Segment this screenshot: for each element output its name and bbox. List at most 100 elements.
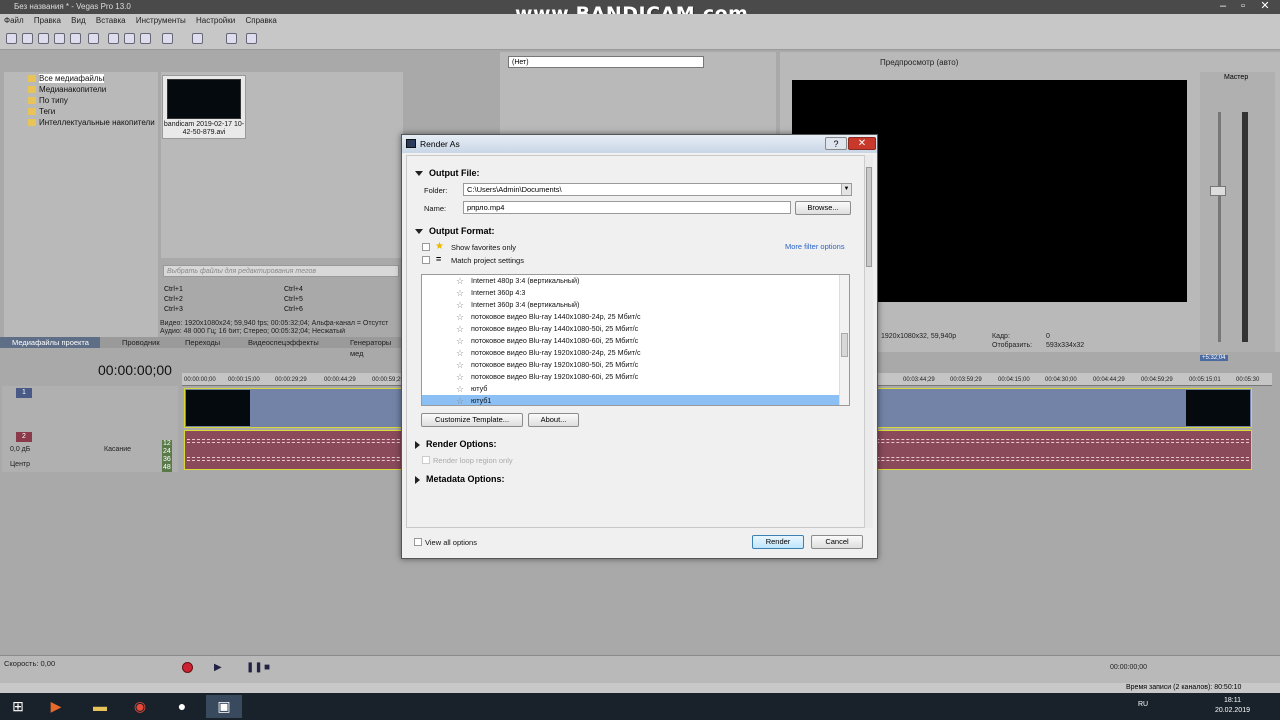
close-dialog-button[interactable]: ✕ (848, 137, 876, 150)
tree-item-by-type[interactable]: По типу (28, 95, 68, 106)
menu-file[interactable]: Файл (4, 16, 24, 25)
tree-item-all-media[interactable]: Все медиафайлы (28, 73, 105, 84)
favorite-star-icon[interactable]: ☆ (456, 359, 464, 371)
scrollbar-thumb[interactable] (866, 167, 872, 267)
undo-icon[interactable] (162, 33, 173, 44)
shortcut-1[interactable]: Ctrl+1 (164, 286, 183, 293)
tab-video-fx[interactable]: Видеоспецэффекты (248, 337, 319, 348)
favorite-star-icon[interactable]: ☆ (456, 395, 464, 405)
view-all-options-checkbox[interactable] (414, 538, 422, 546)
stop-icon[interactable]: ■ (264, 662, 270, 673)
favorite-star-icon[interactable]: ☆ (456, 287, 464, 299)
input-language[interactable]: RU (1138, 701, 1148, 708)
tab-explorer[interactable]: Проводник (122, 337, 160, 348)
render-icon[interactable] (70, 33, 81, 44)
start-button-icon[interactable]: ⊞ (0, 695, 36, 718)
tree-item-bins[interactable]: Медианакопители (28, 84, 106, 95)
template-item-selected[interactable]: ☆ ютуб1 (422, 395, 840, 405)
menu-view[interactable]: Вид (71, 16, 85, 25)
menu-options[interactable]: Настройки (196, 16, 235, 25)
tab-transitions[interactable]: Переходы (185, 337, 220, 348)
shortcut-4[interactable]: Ctrl+4 (284, 286, 303, 293)
render-button[interactable]: Render (752, 535, 804, 549)
shortcut-5[interactable]: Ctrl+5 (284, 296, 303, 303)
bandicam-icon[interactable]: ● (164, 695, 200, 718)
tab-project-media[interactable]: Медиафайлы проекта (0, 337, 100, 348)
preview-quality-dropdown[interactable]: Предпросмотр (авто) (880, 58, 958, 67)
template-item[interactable]: ☆ потоковое видео Blu-ray 1920x1080-60i, … (422, 371, 840, 383)
template-item[interactable]: ☆ Internet 360p 4:3 (422, 287, 840, 299)
folder-select[interactable]: C:\Users\Admin\Documents\ ▼ (463, 183, 852, 196)
about-button[interactable]: About... (528, 413, 579, 427)
maximize-icon[interactable]: ▫ (1236, 0, 1250, 14)
file-explorer-icon[interactable]: ▬ (82, 695, 118, 718)
cut-icon[interactable] (108, 33, 119, 44)
play-icon[interactable]: ▶ (214, 662, 222, 673)
cancel-button[interactable]: Cancel (811, 535, 863, 549)
favorite-star-icon[interactable]: ☆ (456, 335, 464, 347)
metadata-options-section[interactable]: Metadata Options: (415, 474, 505, 484)
help-button[interactable]: ? (825, 137, 847, 150)
template-item[interactable]: ☆ потоковое видео Blu-ray 1440x1080-60i, … (422, 335, 840, 347)
template-item[interactable]: ☆ потоковое видео Blu-ray 1920x1080-50i, … (422, 359, 840, 371)
favorite-star-icon[interactable]: ☆ (456, 311, 464, 323)
menu-help[interactable]: Справка (245, 16, 276, 25)
copy-icon[interactable] (124, 33, 135, 44)
menu-tools[interactable]: Инструменты (136, 16, 186, 25)
favorite-star-icon[interactable]: ☆ (456, 347, 464, 359)
automation-mode[interactable]: Касание (104, 446, 131, 453)
render-template-list[interactable]: ☆ Internet 480p 3:4 (вертикальный) ☆ Inter… (421, 274, 850, 406)
menu-edit[interactable]: Правка (34, 16, 61, 25)
template-item[interactable]: ☆ потоковое видео Blu-ray 1440x1080-50i, … (422, 323, 840, 335)
tree-item-smart-bins[interactable]: Интеллектуальные накопители (28, 117, 155, 128)
template-item[interactable]: ☆ потоковое видео Blu-ray 1920x1080-24p, … (422, 347, 840, 359)
save-as-icon[interactable] (54, 33, 65, 44)
tab-media-generators[interactable]: Генераторы мед (350, 337, 405, 359)
favorite-star-icon[interactable]: ☆ (456, 323, 464, 335)
vegas-pro-taskbar-icon[interactable]: ▣ (206, 695, 242, 718)
tool-icon[interactable] (226, 33, 237, 44)
template-item[interactable]: ☆ потоковое видео Blu-ray 1440x1080-24p, … (422, 311, 840, 323)
shortcut-2[interactable]: Ctrl+2 (164, 296, 183, 303)
master-fader[interactable] (1210, 186, 1226, 196)
media-player-icon[interactable]: ▶ (38, 695, 74, 718)
output-format-section[interactable]: Output Format: (415, 226, 495, 236)
media-thumbnail[interactable]: bandicam 2019-02-17 10-42-50-879.avi (162, 75, 246, 139)
scrollbar-thumb[interactable] (841, 333, 848, 357)
render-options-section[interactable]: Render Options: (415, 439, 497, 449)
shortcut-6[interactable]: Ctrl+6 (284, 306, 303, 313)
chevron-down-icon[interactable]: ▼ (841, 184, 851, 195)
filename-input[interactable]: рпрло.mp4 (463, 201, 791, 214)
tree-item-tags[interactable]: Теги (28, 106, 55, 117)
template-item[interactable]: ☆ Internet 360p 3:4 (вертикальный) (422, 299, 840, 311)
favorite-star-icon[interactable]: ☆ (456, 371, 464, 383)
template-list-scrollbar[interactable] (839, 275, 849, 405)
browse-button[interactable]: Browse... (795, 201, 851, 215)
new-project-icon[interactable] (6, 33, 17, 44)
close-icon[interactable]: ✕ (1258, 0, 1272, 14)
save-icon[interactable] (38, 33, 49, 44)
pause-icon[interactable]: ❚❚ (246, 662, 263, 673)
menu-insert[interactable]: Вставка (96, 16, 126, 25)
record-icon[interactable] (182, 662, 193, 673)
paste-icon[interactable] (140, 33, 151, 44)
render-loop-checkbox[interactable] (422, 456, 430, 464)
properties-icon[interactable] (88, 33, 99, 44)
redo-icon[interactable] (192, 33, 203, 44)
dialog-scrollbar[interactable] (864, 155, 873, 528)
tag-input[interactable]: Выбрать файлы для редактирования тегов (163, 265, 399, 277)
favorite-star-icon[interactable]: ☆ (456, 299, 464, 311)
system-clock[interactable]: 18:11 20.02.2019 (1215, 696, 1250, 716)
template-item[interactable]: ☆ ютуб (422, 383, 840, 395)
favorite-star-icon[interactable]: ☆ (456, 383, 464, 395)
match-project-checkbox[interactable] (422, 256, 430, 264)
customize-template-button[interactable]: Customize Template... (421, 413, 523, 427)
more-filter-options-link[interactable]: More filter options (785, 242, 845, 251)
open-icon[interactable] (22, 33, 33, 44)
help-icon[interactable] (246, 33, 257, 44)
shortcut-3[interactable]: Ctrl+3 (164, 306, 183, 313)
show-favorites-checkbox[interactable] (422, 243, 430, 251)
output-file-section[interactable]: Output File: (415, 168, 480, 178)
template-item[interactable]: ☆ Internet 480p 3:4 (вертикальный) (422, 275, 840, 287)
favorite-star-icon[interactable]: ☆ (456, 275, 464, 287)
